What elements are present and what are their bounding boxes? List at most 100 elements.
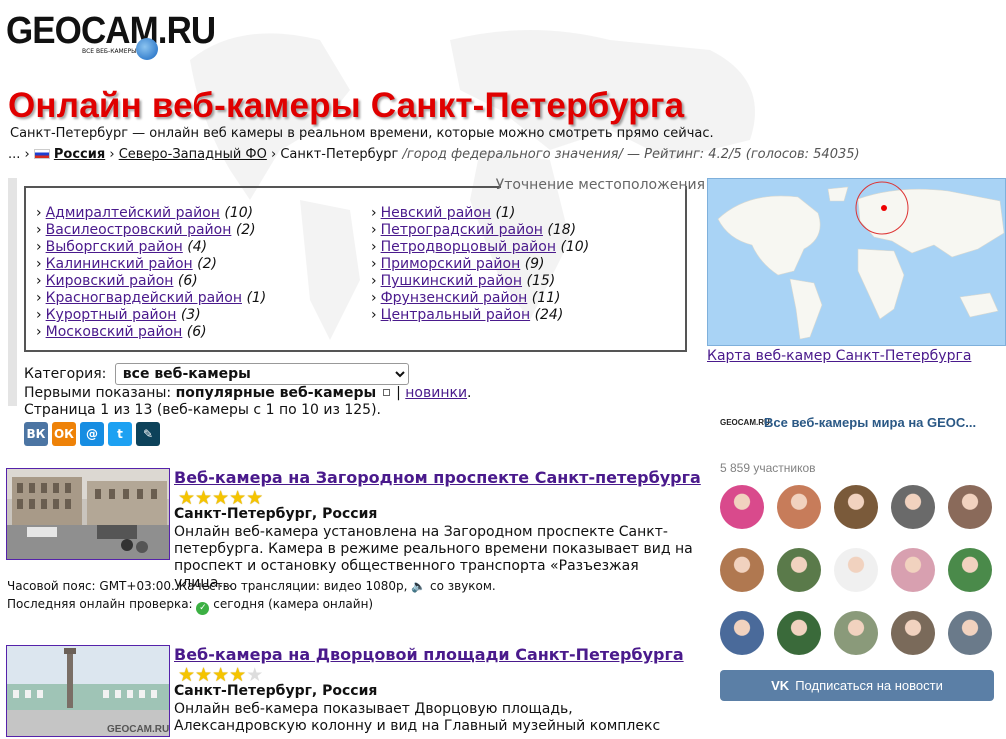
vk-member-avatar[interactable]	[720, 611, 764, 655]
arrow-icon: ›	[371, 205, 377, 221]
breadcrumb-ellipsis: ... ›	[8, 147, 30, 162]
page-subtitle: Санкт-Петербург — онлайн веб камеры в ре…	[10, 126, 714, 141]
district-link[interactable]: Петроградский район	[381, 222, 543, 238]
district-link[interactable]: Пушкинский район	[381, 273, 522, 289]
district-count: (3)	[180, 307, 201, 323]
district-count: (1)	[246, 290, 267, 306]
district-item: › Кировский район (6)	[36, 273, 266, 290]
camera-thumbnail[interactable]	[6, 468, 170, 560]
camera-location: Санкт-Петербург, Россия	[174, 506, 378, 522]
sort-period: .	[467, 385, 472, 401]
left-side-bar	[8, 178, 17, 406]
district-link[interactable]: Выборгский район	[46, 239, 183, 255]
svg-text:GEOCAM.RU: GEOCAM.RU	[107, 724, 169, 735]
district-link[interactable]: Курортный район	[46, 307, 177, 323]
arrow-icon: ›	[371, 273, 377, 289]
city-map-link[interactable]: Карта веб-камер Санкт-Петербурга	[707, 348, 971, 364]
district-item: › Петроградский район (18)	[371, 222, 589, 239]
last-check-value: сегодня (камера онлайн)	[213, 597, 374, 611]
category-select[interactable]: все веб-камеры	[114, 363, 409, 385]
district-count: (15)	[526, 273, 556, 289]
vk-member-avatar[interactable]	[948, 485, 992, 529]
breadcrumb-separator: ›	[270, 147, 277, 162]
vk-member-avatar[interactable]	[834, 611, 878, 655]
vk-member-avatar[interactable]	[777, 611, 821, 655]
district-item: › Фрунзенский район (11)	[371, 290, 589, 307]
district-item: › Центральный район (24)	[371, 307, 589, 324]
russia-flag-icon	[33, 149, 50, 159]
district-count: (4)	[187, 239, 208, 255]
district-link[interactable]: Фрунзенский район	[381, 290, 528, 306]
vk-member-avatar[interactable]	[834, 548, 878, 592]
vk-member-avatar[interactable]	[948, 611, 992, 655]
sort-popular-marker-icon	[382, 389, 390, 396]
vk-subscribe-label: Подписаться на новости	[795, 678, 943, 693]
district-link[interactable]: Петродворцовый район	[381, 239, 556, 255]
district-link[interactable]: Адмиралтейский район	[46, 205, 220, 221]
arrow-icon: ›	[36, 222, 42, 238]
vk-member-avatars	[720, 485, 992, 655]
share-vk-button[interactable]: ВК	[24, 422, 48, 446]
site-logo[interactable]: GEOCAM.RU ВСЕ ВЕБ-КАМЕРЫ МИРА	[6, 12, 216, 60]
district-item: › Курортный район (3)	[36, 307, 266, 324]
camera-location: Санкт-Петербург, Россия	[174, 683, 378, 699]
page-title: Онлайн веб-камеры Санкт-Петербурга	[8, 86, 685, 125]
city-mini-map[interactable]	[707, 178, 1006, 346]
share-mailru-button[interactable]: @	[80, 422, 104, 446]
district-link[interactable]: Кировский район	[46, 273, 174, 289]
vk-member-avatar[interactable]	[777, 548, 821, 592]
city-rating-note: /город федерального значения/ — Рейтинг:…	[402, 147, 860, 162]
district-link[interactable]: Приморский район	[381, 256, 521, 272]
share-twitter-button[interactable]: t	[108, 422, 132, 446]
district-item: › Невский район (1)	[371, 205, 589, 222]
vk-community-header[interactable]: GEOCAM.RU Все веб-камеры мира на GEOC...	[720, 415, 976, 430]
breadcrumb-city: Санкт-Петербург	[280, 147, 399, 162]
district-item: › Адмиралтейский район (10)	[36, 205, 266, 222]
vk-subscribe-button[interactable]: VK Подписаться на новости	[720, 670, 994, 701]
breadcrumb-district-link[interactable]: Северо-Западный ФО	[119, 147, 267, 162]
vk-member-avatar[interactable]	[891, 611, 935, 655]
sort-new-link[interactable]: новинки	[405, 385, 467, 401]
district-link[interactable]: Московский район	[46, 324, 183, 340]
district-count: (2)	[197, 256, 217, 272]
district-count: (1)	[495, 205, 516, 221]
district-link[interactable]: Калининский район	[46, 256, 193, 272]
district-link[interactable]: Невский район	[381, 205, 491, 221]
camera-title-link[interactable]: Веб-камера на Дворцовой площади Санкт-Пе…	[174, 645, 684, 664]
district-count: (10)	[224, 205, 254, 221]
camera-card: Веб-камера на Загородном проспекте Санкт…	[6, 468, 701, 618]
sort-order: Первыми показаны: популярные веб-камеры …	[24, 385, 472, 401]
arrow-icon: ›	[36, 290, 42, 306]
camera-card: GEOCAM.RU Веб-камера на Дворцовой площад…	[6, 645, 696, 739]
district-list-right: › Невский район (1) › Петроградский район (…	[371, 205, 589, 324]
district-link[interactable]: Центральный район	[381, 307, 531, 323]
vk-community-logo: GEOCAM.RU	[720, 418, 770, 427]
district-link[interactable]: Василеостровский район	[46, 222, 232, 238]
breadcrumb-country-link[interactable]: Россия	[54, 147, 105, 162]
district-link[interactable]: Красногвардейский район	[46, 290, 242, 306]
vk-member-avatar[interactable]	[948, 548, 992, 592]
vk-community-name[interactable]: Все веб-камеры мира на GEOC...	[764, 415, 976, 430]
camera-title-link[interactable]: Веб-камера на Загородном проспекте Санкт…	[174, 468, 701, 487]
vk-member-avatar[interactable]	[720, 485, 764, 529]
vk-member-avatar[interactable]	[891, 485, 935, 529]
vk-member-avatar[interactable]	[777, 485, 821, 529]
district-item: › Московский район (6)	[36, 324, 266, 341]
breadcrumb-separator: ›	[109, 147, 115, 162]
share-livejournal-button[interactable]: ✎	[136, 422, 160, 446]
arrow-icon: ›	[36, 273, 42, 289]
arrow-icon: ›	[36, 307, 42, 323]
district-item: › Выборгский район (4)	[36, 239, 266, 256]
camera-last-check: Последняя онлайн проверка: ✓ сегодня (ка…	[7, 597, 373, 615]
district-item: › Калининский район (2)	[36, 256, 266, 273]
share-ok-button[interactable]: ОК	[52, 422, 76, 446]
district-item: › Василеостровский район (2)	[36, 222, 266, 239]
camera-thumbnail[interactable]: GEOCAM.RU	[6, 645, 170, 737]
district-count: (9)	[524, 256, 545, 272]
vk-member-avatar[interactable]	[891, 548, 935, 592]
vk-member-count: 5 859 участников	[720, 461, 816, 475]
vk-member-avatar[interactable]	[720, 548, 764, 592]
sort-label: Первыми показаны:	[24, 385, 172, 401]
vk-member-avatar[interactable]	[834, 485, 878, 529]
sort-popular-current: популярные веб-камеры	[175, 385, 377, 401]
